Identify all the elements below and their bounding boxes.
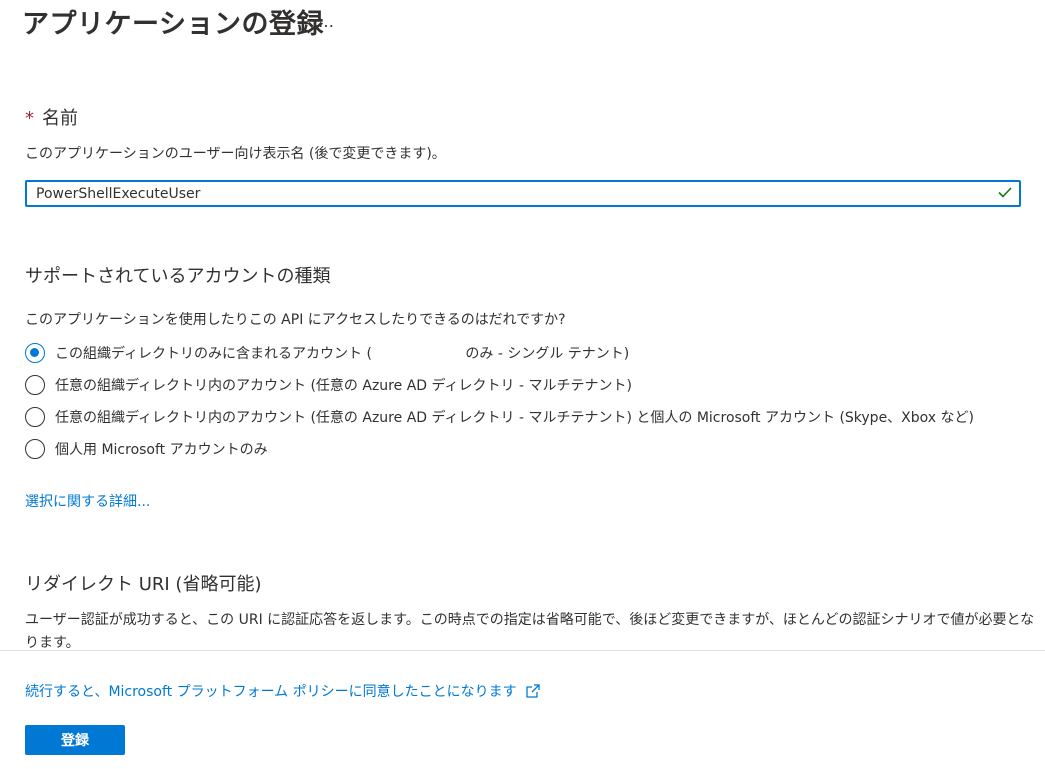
name-input[interactable] [27, 182, 976, 205]
register-button[interactable]: 登録 [25, 725, 125, 755]
name-description: このアプリケーションのユーザー向け表示名 (後で変更できます)。 [25, 146, 446, 162]
page-title: アプリケーションの登録 [22, 9, 324, 40]
redirect-uri-description-line1: ユーザー認証が成功すると、この URI に認証応答を返します。この時点での指定は… [25, 612, 1035, 628]
policy-link[interactable]: 続行すると、Microsoft プラットフォーム ポリシーに同意したことになりま… [25, 681, 517, 701]
radio-option-single-tenant[interactable]: この組織ディレクトリのみに含まれるアカウント ( のみ - シングル テナント) [25, 341, 629, 365]
more-options-button[interactable]: … [318, 12, 334, 31]
selection-details-link[interactable]: 選択に関する詳細... [25, 491, 150, 511]
radio-option-multitenant-personal[interactable]: 任意の組織ディレクトリ内のアカウント (任意の Azure AD ディレクトリ … [25, 405, 974, 429]
redirect-uri-title: リダイレクト URI (省略可能) [25, 574, 262, 595]
radio-option-personal-only[interactable]: 個人用 Microsoft アカウントのみ [25, 437, 268, 461]
name-field [25, 180, 1021, 207]
redirect-uri-description-line2: ります。 [25, 635, 80, 651]
radio-option-label: 個人用 Microsoft アカウントのみ [55, 442, 268, 458]
radio-button[interactable] [25, 439, 45, 459]
policy-notice[interactable]: 続行すると、Microsoft プラットフォーム ポリシーに同意したことになりま… [25, 681, 541, 701]
account-types-title: サポートされているアカウントの種類 [25, 266, 331, 287]
footer-divider [0, 650, 1045, 651]
radio-option-label: この組織ディレクトリのみに含まれるアカウント ( のみ - シングル テナント) [55, 346, 630, 362]
name-label-text: 名前 [42, 108, 78, 129]
name-label: * 名前 [25, 104, 78, 130]
radio-button[interactable] [25, 375, 45, 395]
radio-button[interactable] [25, 407, 45, 427]
account-types-question: このアプリケーションを使用したりこの API にアクセスしたりできるのはだれです… [25, 312, 566, 328]
external-link-icon[interactable] [525, 683, 541, 699]
required-mark: * [25, 108, 34, 129]
checkmark-icon [998, 187, 1012, 198]
radio-option-label: 任意の組織ディレクトリ内のアカウント (任意の Azure AD ディレクトリ … [55, 378, 632, 394]
radio-option-multitenant[interactable]: 任意の組織ディレクトリ内のアカウント (任意の Azure AD ディレクトリ … [25, 373, 632, 397]
radio-option-label: 任意の組織ディレクトリ内のアカウント (任意の Azure AD ディレクトリ … [55, 410, 974, 426]
radio-button-checked[interactable] [25, 343, 45, 363]
